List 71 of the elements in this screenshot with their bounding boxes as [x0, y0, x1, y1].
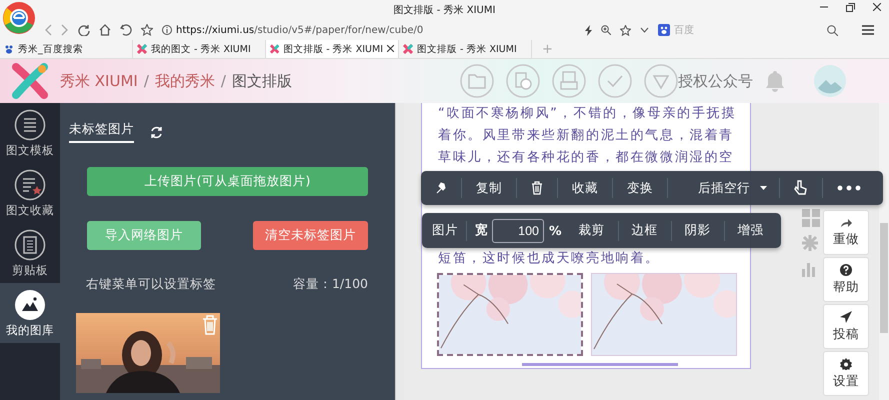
- tool-button[interactable]: 投稿: [823, 304, 869, 349]
- zoom-icon[interactable]: [601, 25, 611, 35]
- breadcrumb-link[interactable]: 我的秀米: [154, 72, 215, 90]
- browser-tab[interactable]: 图文排版 - 秀米 XIUMI: [266, 40, 399, 58]
- sidebar-item[interactable]: 剪贴板: [0, 223, 60, 283]
- window-title: 图文排版 - 秀米 XIUMI: [394, 4, 496, 17]
- menu-icon[interactable]: [862, 25, 874, 35]
- insert-line-dropdown[interactable]: 后插空行: [668, 178, 780, 198]
- pin-icon[interactable]: [435, 182, 447, 194]
- hint-text: 右键菜单可以设置标签: [86, 276, 216, 293]
- tool-button[interactable]: 设置: [823, 351, 869, 396]
- settings-icon[interactable]: [840, 358, 852, 370]
- width-label: 宽: [475, 222, 488, 239]
- sidebar-item[interactable]: 我的图库: [0, 283, 60, 343]
- article-text: 草味儿，还有各种花的香，都在微微润湿的空: [437, 149, 735, 167]
- sidebar-item[interactable]: 图文模板: [0, 103, 60, 163]
- trash-icon[interactable]: [531, 181, 543, 195]
- article-text: “吹面不寒杨柳风”，不错的，像母亲的手抚摸: [437, 105, 738, 123]
- sidebar-item[interactable]: 图文收藏: [0, 163, 60, 223]
- restore-icon[interactable]: [846, 3, 855, 12]
- chevron-icon[interactable]: [640, 27, 649, 33]
- close-icon[interactable]: [387, 44, 394, 52]
- toolbar-button[interactable]: 复制: [462, 178, 517, 198]
- breadcrumb-link[interactable]: 图文排版: [232, 72, 292, 90]
- panel-tab[interactable]: 未标签图片: [69, 121, 134, 143]
- tool-button[interactable]: 重做: [823, 210, 869, 255]
- toolbar-button[interactable]: 裁剪: [566, 220, 619, 240]
- gallery-icon: [14, 288, 46, 320]
- close-icon[interactable]: [873, 3, 881, 11]
- redo-icon[interactable]: [840, 218, 852, 228]
- undo-icon[interactable]: [120, 24, 132, 36]
- address-field[interactable]: https://xiumi.us/studio/v5#/paper/for/new/cube/0: [176, 24, 424, 36]
- scrollbar[interactable]: [395, 103, 404, 400]
- xiumi-logo[interactable]: [12, 63, 48, 99]
- refresh-icon[interactable]: [150, 126, 163, 138]
- article-text: 着你。风里带来些新翻的泥土的气息，混着青: [437, 127, 735, 145]
- capacity-text: 容量：1/100: [292, 276, 368, 293]
- check-icon[interactable]: [598, 64, 632, 98]
- breadcrumb-separator: /: [220, 72, 226, 90]
- pointer-icon[interactable]: [794, 180, 808, 196]
- caret-icon[interactable]: [760, 186, 767, 190]
- list-icon: [14, 108, 46, 140]
- help-icon[interactable]: [840, 264, 852, 276]
- unit-label: %: [549, 223, 562, 238]
- xiumi-logo-icon[interactable]: [270, 44, 280, 54]
- star-icon[interactable]: [620, 24, 631, 36]
- send-icon[interactable]: [840, 310, 852, 322]
- width-input[interactable]: 100: [492, 218, 544, 242]
- bolt-icon[interactable]: [585, 24, 592, 36]
- toolbar-button[interactable]: 变换: [613, 178, 668, 198]
- xiumi-logo-icon[interactable]: [403, 44, 413, 54]
- authorize-account-link[interactable]: 授权公众号: [678, 72, 753, 90]
- scrollbar[interactable]: [879, 103, 889, 400]
- reload-icon[interactable]: [78, 24, 90, 36]
- clipboard-icon: [14, 228, 46, 260]
- breadcrumb-separator: /: [144, 72, 149, 90]
- toolbar-button[interactable]: 收藏: [558, 178, 613, 198]
- toolbar-label: 图片: [422, 220, 467, 240]
- search-icon[interactable]: [827, 24, 838, 36]
- toolbar-button[interactable]: 边框: [618, 220, 672, 240]
- xiumi-logo-icon[interactable]: [137, 44, 147, 54]
- toolbar-button[interactable]: 阴影: [672, 220, 725, 240]
- toolbar-button[interactable]: 增强: [724, 220, 777, 240]
- tool-button[interactable]: 帮助: [823, 257, 869, 302]
- star-icon[interactable]: [141, 24, 153, 36]
- info-icon[interactable]: [162, 25, 172, 35]
- browser-tab[interactable]: 图文排版 - 秀米 XIUMI: [399, 40, 532, 58]
- article-text: 短笛，这时候也成天嘹亮地响着。: [437, 250, 661, 268]
- browser-tab[interactable]: 秀米_百度搜索: [0, 40, 133, 58]
- home-icon[interactable]: [99, 24, 111, 36]
- more-icon[interactable]: [837, 185, 861, 191]
